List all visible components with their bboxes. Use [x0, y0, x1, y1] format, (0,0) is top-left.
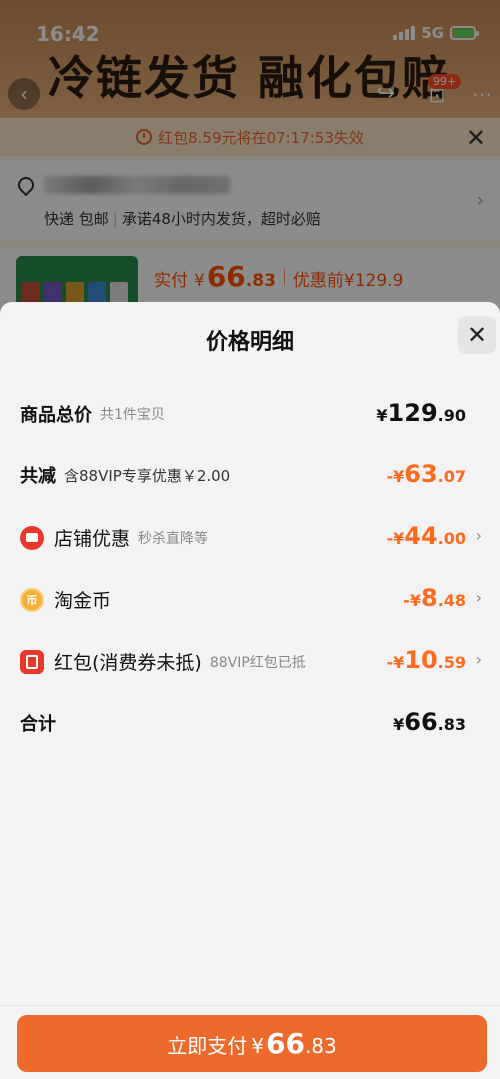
- chevron-right-icon: ›: [475, 650, 482, 669]
- row-sum: 合计 ¥ 66 .83: [20, 708, 466, 736]
- pay-now-button[interactable]: 立即支付 ¥ 66 .83: [17, 1015, 487, 1072]
- coin-icon: 币: [20, 587, 44, 612]
- red-packet-icon: [20, 649, 44, 674]
- row-total-discount: 共减 含88VIP专享优惠￥2.00 -¥ 63 .07: [20, 460, 466, 488]
- row-goods-total: 商品总价 共1件宝贝 ¥ 129 .90: [20, 399, 466, 427]
- background-page: 冷链发货 融化包赔 16:42 5G ‹ ↪ ⊡ 99+ ⋯ 红包8.59元将在…: [0, 0, 500, 320]
- chevron-right-icon: ›: [475, 588, 482, 607]
- footer-bar: 立即支付 ¥ 66 .83: [0, 1005, 500, 1079]
- price-detail-sheet: 价格明细 ✕ 商品总价 共1件宝贝 ¥ 129 .90 共减 含88VIP专享优…: [0, 302, 500, 1079]
- shop-icon: [20, 525, 44, 550]
- close-icon: ✕: [466, 321, 488, 349]
- sheet-title: 价格明细: [205, 330, 294, 355]
- row-red-packet[interactable]: 红包(消费券未抵) 88VIP红包已抵 -¥ 10 .59 ›: [0, 640, 500, 680]
- chevron-right-icon: ›: [475, 526, 482, 545]
- row-taojinbi[interactable]: 币 淘金币 -¥ 8 .48 ›: [0, 578, 500, 618]
- modal-overlay[interactable]: [0, 0, 500, 320]
- row-shop-discount[interactable]: 店铺优惠 秒杀直降等 -¥ 44 .00 ›: [0, 516, 500, 556]
- close-button[interactable]: ✕: [458, 316, 496, 354]
